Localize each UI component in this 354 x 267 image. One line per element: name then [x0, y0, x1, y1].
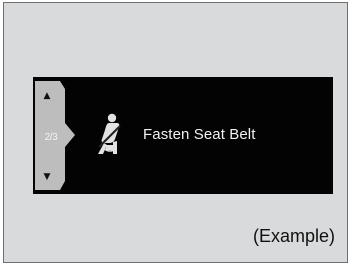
- page-indicator: 2/3: [44, 132, 58, 143]
- information-display: ▲ 2/3 ▼ Fasten Seat Belt: [33, 77, 333, 194]
- example-caption: (Example): [252, 226, 335, 246]
- example-frame: ▲ 2/3 ▼ Fasten Seat Belt (Example): [3, 2, 348, 263]
- up-triangle-icon[interactable]: ▲: [42, 91, 52, 101]
- down-triangle-icon[interactable]: ▼: [42, 172, 52, 182]
- warning-message: Fasten Seat Belt: [143, 126, 256, 143]
- page-selector: ▲ 2/3 ▼: [35, 81, 77, 190]
- seat-belt-reminder-icon: [95, 112, 125, 157]
